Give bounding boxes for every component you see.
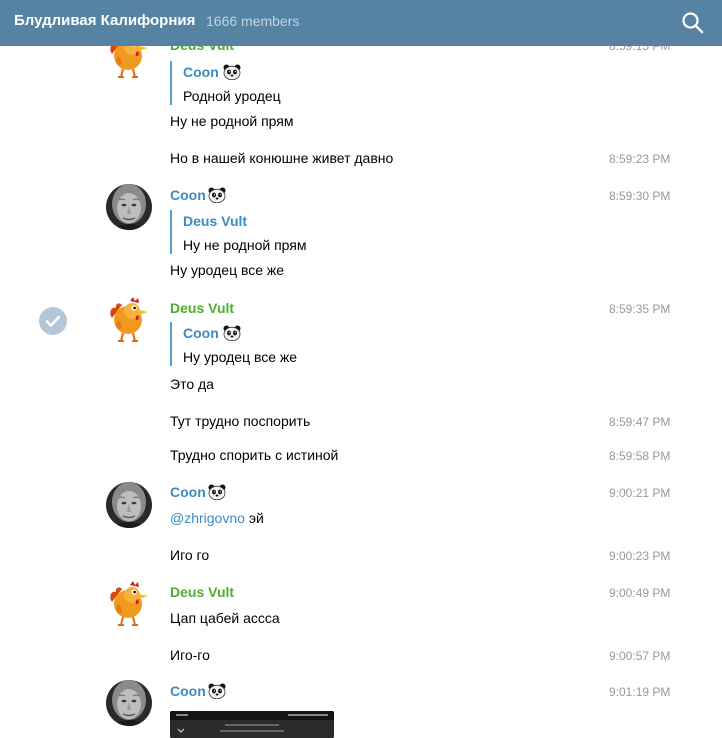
reply-quote[interactable]: Coon Родной уродец	[170, 61, 472, 105]
selected-check-icon[interactable]	[39, 307, 67, 335]
message-row[interactable]: Иго го 9:00:23 PM	[0, 538, 722, 570]
message-time: 9:01:19 PM	[609, 685, 671, 699]
message-text: Ну не родной прям	[170, 113, 294, 129]
quote-text: Ну не родной прям	[183, 237, 307, 253]
message-text: Трудно спорить с истиной	[170, 447, 339, 463]
message-time: 9:00:21 PM	[609, 486, 671, 500]
message-time: 8:59:30 PM	[609, 189, 671, 203]
message-time: 8:59:35 PM	[609, 302, 671, 316]
chat-header: Блудливая Калифорния 1666 members	[0, 0, 722, 46]
message-text: Цап цабей ассса	[170, 610, 280, 626]
message-author[interactable]: Deus Vult	[170, 584, 234, 600]
message-text: Ну уродец все же	[170, 262, 285, 278]
panda-icon	[208, 484, 226, 500]
message-time: 9:00:57 PM	[609, 649, 671, 663]
message-row[interactable]: Тут трудно поспорить 8:59:47 PM	[0, 404, 722, 436]
message-row[interactable]: Иго-го 9:00:57 PM	[0, 638, 722, 670]
avatar[interactable]	[106, 580, 152, 626]
reply-quote[interactable]: Coon Ну уродец все же	[170, 322, 472, 366]
panda-icon	[223, 64, 241, 80]
panda-icon	[208, 187, 226, 203]
avatar[interactable]	[106, 680, 152, 726]
message-row[interactable]: Coon 8:59:30 PM Deus Vult Ну не родной п…	[0, 180, 722, 290]
member-count[interactable]: 1666 members	[206, 13, 299, 29]
message-row[interactable]: Coon 9:01:19 PM	[0, 676, 722, 738]
quote-author: Coon	[183, 325, 219, 341]
message-text: @zhrigovno эй	[170, 510, 264, 526]
panda-icon	[223, 325, 241, 341]
message-row[interactable]: Deus Vult 8:59:35 PM Coon Ну уродец все …	[0, 292, 722, 400]
message-text: Это да	[170, 376, 214, 392]
avatar[interactable]	[106, 296, 152, 342]
chat-title[interactable]: Блудливая Калифорния	[14, 12, 195, 29]
message-row[interactable]: Coon 9:00:21 PM @zhrigovno эй	[0, 478, 722, 538]
quote-author: Deus Vult	[183, 213, 248, 229]
message-time: 8:59:47 PM	[609, 415, 671, 429]
quote-text: Ну уродец все же	[183, 349, 298, 365]
message-time: 8:59:23 PM	[609, 152, 671, 166]
mention-link[interactable]: @zhrigovno	[170, 510, 245, 526]
image-attachment[interactable]	[170, 711, 334, 738]
message-time: 8:59:58 PM	[609, 449, 671, 463]
message-list: Deus Vult 8:59:15 PM Coon Родной уродец …	[0, 0, 722, 738]
message-text: Но в нашей конюшне живет давно	[170, 150, 394, 166]
message-text-tail: эй	[248, 510, 264, 526]
message-text: Иго-го	[170, 647, 210, 663]
message-text: Иго го	[170, 547, 210, 563]
search-icon[interactable]	[680, 10, 706, 36]
reply-quote[interactable]: Deus Vult Ну не родной прям	[170, 210, 472, 254]
message-time: 9:00:23 PM	[609, 549, 671, 563]
message-row[interactable]: Но в нашей конюшне живет давно 8:59:23 P…	[0, 140, 722, 176]
avatar[interactable]	[106, 482, 152, 528]
panda-icon	[208, 683, 226, 699]
message-author[interactable]: Coon	[170, 484, 206, 500]
avatar[interactable]	[106, 184, 152, 230]
message-row[interactable]: Трудно спорить с истиной 8:59:58 PM	[0, 438, 722, 470]
quote-author: Coon	[183, 64, 219, 80]
message-time: 9:00:49 PM	[609, 586, 671, 600]
message-row[interactable]: Deus Vult 9:00:49 PM Цап цабей ассса	[0, 576, 722, 636]
quote-text: Родной уродец	[183, 88, 281, 104]
message-author[interactable]: Coon	[170, 187, 206, 203]
message-author[interactable]: Coon	[170, 683, 206, 699]
message-author[interactable]: Deus Vult	[170, 300, 234, 316]
message-text: Тут трудно поспорить	[170, 413, 311, 429]
